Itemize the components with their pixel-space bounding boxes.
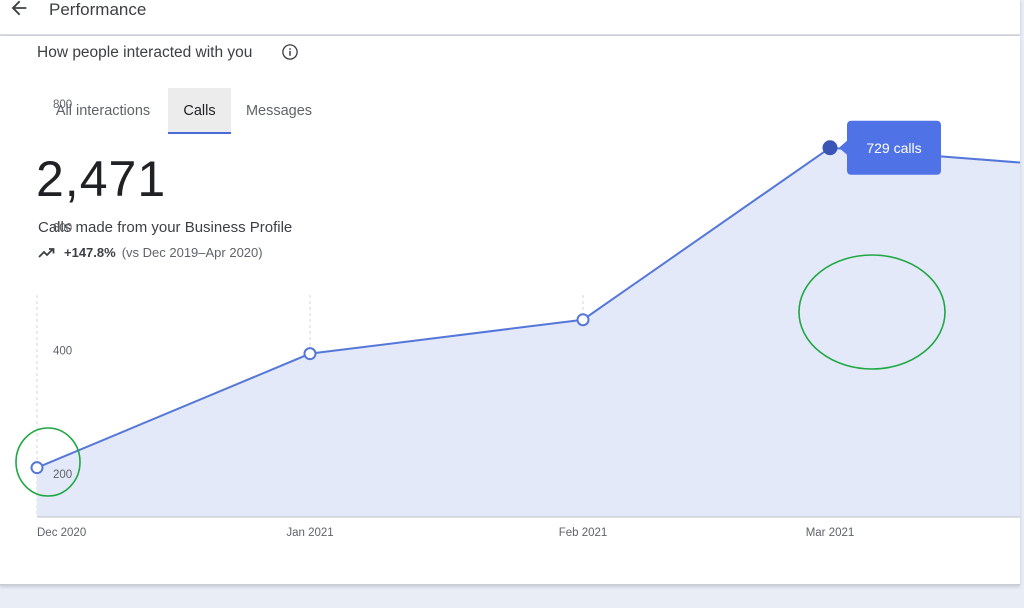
area-fill <box>37 147 1020 517</box>
calls-chart: 200 400 600 800 Dec 2020 Jan 2021 Feb 2021 Mar … <box>15 99 1021 539</box>
y-tick-label: 800 <box>53 99 72 111</box>
y-tick-label: 400 <box>53 346 72 358</box>
y-tick-label: 600 <box>53 222 72 234</box>
tooltip-label: 729 calls <box>866 140 921 156</box>
x-tick-label: Jan 2021 <box>286 527 333 539</box>
x-tick-label: Dec 2020 <box>37 527 86 539</box>
y-tick-label: 200 <box>53 469 72 481</box>
data-point[interactable] <box>303 347 317 361</box>
x-tick-label: Mar 2021 <box>806 527 855 539</box>
data-point[interactable] <box>576 313 590 327</box>
data-point[interactable] <box>30 461 44 475</box>
x-tick-label: Feb 2021 <box>559 527 608 539</box>
data-point[interactable] <box>822 140 838 156</box>
